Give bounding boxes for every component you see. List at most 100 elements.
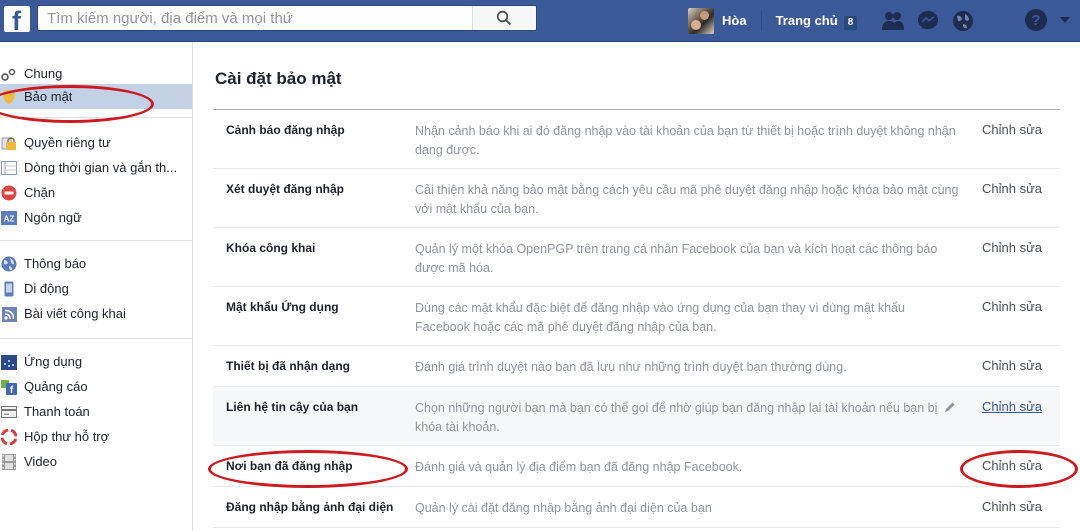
settings-row-login-approvals[interactable]: Xét duyệt đăng nhập Cải thiện khả năng b… [213,169,1060,228]
sidebar-label: Ứng dụng [24,354,83,369]
row-label: Khóa công khai [226,241,316,255]
security-settings-panel: Cài đặt bảo mật Cảnh báo đăng nhập Nhận … [193,42,1080,531]
sidebar-item-security[interactable]: Bảo mật [0,84,192,109]
row-description: Dùng các mật khẩu đặc biệt để đăng nhập … [415,301,905,334]
friend-requests-icon [882,12,904,30]
rss-icon [1,306,17,322]
notifications-globe-icon [953,11,973,31]
search-input[interactable] [38,6,478,30]
sidebar-item-privacy[interactable]: Quyền riêng tư [0,130,192,155]
avatar[interactable] [688,8,714,34]
apps-icon [1,354,17,370]
settings-row-trusted-contacts[interactable]: Liên hệ tin cậy của bạn Chọn những người… [213,387,1060,446]
sidebar-label: Bài viết công khai [24,306,126,321]
messenger-icon [918,11,938,29]
row-label: Đăng nhập bằng ảnh đại diện [226,500,394,514]
sidebar-item-language[interactable]: AZ Ngôn ngữ [0,205,192,230]
shield-icon [1,89,17,105]
edit-button[interactable]: Chỉnh sửa [982,399,1042,414]
settings-row-app-passwords[interactable]: Mật khẩu Ứng dụng Dùng các mật khẩu đặc … [213,287,1060,346]
edit-button[interactable]: Chỉnh sửa [982,458,1042,473]
sidebar-item-mobile[interactable]: Di động [0,276,192,301]
search-box [37,5,537,31]
sidebar-item-apps[interactable]: Ứng dụng [0,349,192,374]
row-label: Liên hệ tin cậy của bạn [226,400,359,414]
home-link[interactable]: Trang chủ 8 [776,11,858,31]
row-label: Thiết bị đã nhận dạng [226,359,350,373]
friend-requests-button[interactable] [880,8,906,34]
settings-row-login-alerts[interactable]: Cảnh báo đăng nhập Nhận cảnh báo khi ai … [213,110,1060,169]
row-description: Cải thiện khả năng bảo mật bằng cách yêu… [415,183,959,216]
row-description: Nhận cảnh báo khi ai đó đăng nhập vào tà… [415,124,956,157]
sidebar-item-blocking[interactable]: Chặn [0,180,192,205]
gear-icon [1,67,17,83]
home-badge: 8 [843,16,858,30]
edit-button[interactable]: Chỉnh sửa [982,240,1042,255]
row-description: Chọn những người bạn mà bạn có thể gọi đ… [415,401,938,434]
search-button[interactable] [472,6,536,30]
settings-sidebar: Chung Bảo mật Quyền riêng tư Dòng thời g… [0,42,193,531]
help-icon[interactable]: ? [1024,8,1048,32]
row-label: Nơi bạn đã đăng nhập [226,459,353,473]
language-icon: AZ [1,210,17,226]
sidebar-label: Di động [24,281,69,296]
mobile-icon [1,281,17,297]
facebook-logo[interactable]: f [4,6,30,35]
sidebar-item-notifications[interactable]: Thông báo [0,251,192,276]
sidebar-label: Chung [24,65,63,81]
messenger-button[interactable] [915,8,941,34]
sidebar-group-notifications: Thông báo Di động Bài viết công khai [0,241,192,339]
ads-icon: f [1,379,17,395]
credit-card-icon [1,404,17,420]
sidebar-item-general[interactable]: Chung [0,62,192,84]
sidebar-label: Ngôn ngữ [24,210,82,225]
notifications-button[interactable] [950,8,976,34]
sidebar-item-payments[interactable]: Thanh toán [0,399,192,424]
top-navigation-bar: f Hòa Trang chủ 8 ? [0,0,1080,42]
sidebar-group-general: Chung Bảo mật [0,42,192,118]
sidebar-label: Quyền riêng tư [24,135,111,150]
edit-button[interactable]: Chỉnh sửa [982,358,1042,373]
sidebar-label: Quảng cáo [24,379,88,394]
sidebar-label: Thông báo [24,256,87,271]
row-description: Quản lý cài đặt đăng nhập bằng ảnh đại d… [415,501,712,515]
row-description: Đánh giá và quản lý địa điểm bạn đã đăng… [415,460,743,474]
edit-button[interactable]: Chỉnh sửa [982,299,1042,314]
search-icon [496,10,512,26]
nav-icons [880,0,985,42]
pencil-icon[interactable] [944,401,956,413]
settings-row-public-key[interactable]: Khóa công khai Quản lý một khóa OpenPGP … [213,228,1060,287]
row-label: Cảnh báo đăng nhập [226,123,345,137]
sidebar-item-ads[interactable]: f Quảng cáo [0,374,192,399]
account-menu-caret-icon[interactable] [1060,17,1070,23]
home-label: Trang chủ [775,13,838,28]
settings-row-where-logged-in[interactable]: Nơi bạn đã đăng nhập Đánh giá và quản lý… [213,446,1060,487]
edit-button[interactable]: Chỉnh sửa [982,181,1042,196]
sidebar-group-apps: Ứng dụng f Quảng cáo Thanh toán Hộp thư … [0,339,192,478]
sidebar-item-video[interactable]: Video [0,449,192,474]
edit-button[interactable]: Chỉnh sửa [982,499,1042,514]
sidebar-group-privacy: Quyền riêng tư Dòng thời gian và gắn th.… [0,118,192,241]
profile-link[interactable]: Hòa [722,11,762,31]
sidebar-label: Thanh toán [24,404,90,419]
sidebar-label: Chặn [24,185,56,200]
edit-button[interactable]: Chỉnh sửa [982,122,1042,137]
page-title: Cài đặt bảo mật [215,69,342,88]
sidebar-label: Video [24,454,58,469]
globe-icon [1,256,17,272]
lock-icon [1,135,17,151]
settings-row-recognized-devices[interactable]: Thiết bị đã nhận dạng Đánh giá trình duy… [213,346,1060,387]
film-icon [1,454,17,470]
timeline-icon [1,160,17,176]
sidebar-item-support-inbox[interactable]: Hộp thư hỗ trợ [0,424,192,449]
lifebuoy-icon [1,429,17,445]
row-label: Mật khẩu Ứng dụng [226,300,339,314]
row-label: Xét duyệt đăng nhập [226,182,345,196]
sidebar-label: Dòng thời gian và gắn th... [24,160,178,175]
sidebar-label: Bảo mật [24,89,73,104]
svg-text:?: ? [1031,12,1040,29]
sidebar-item-public-posts[interactable]: Bài viết công khai [0,301,192,326]
sidebar-item-timeline-tagging[interactable]: Dòng thời gian và gắn th... [0,155,192,180]
settings-row-profile-picture-login[interactable]: Đăng nhập bằng ảnh đại diện Quản lý cài … [213,487,1060,528]
svg-text:AZ: AZ [4,215,15,224]
